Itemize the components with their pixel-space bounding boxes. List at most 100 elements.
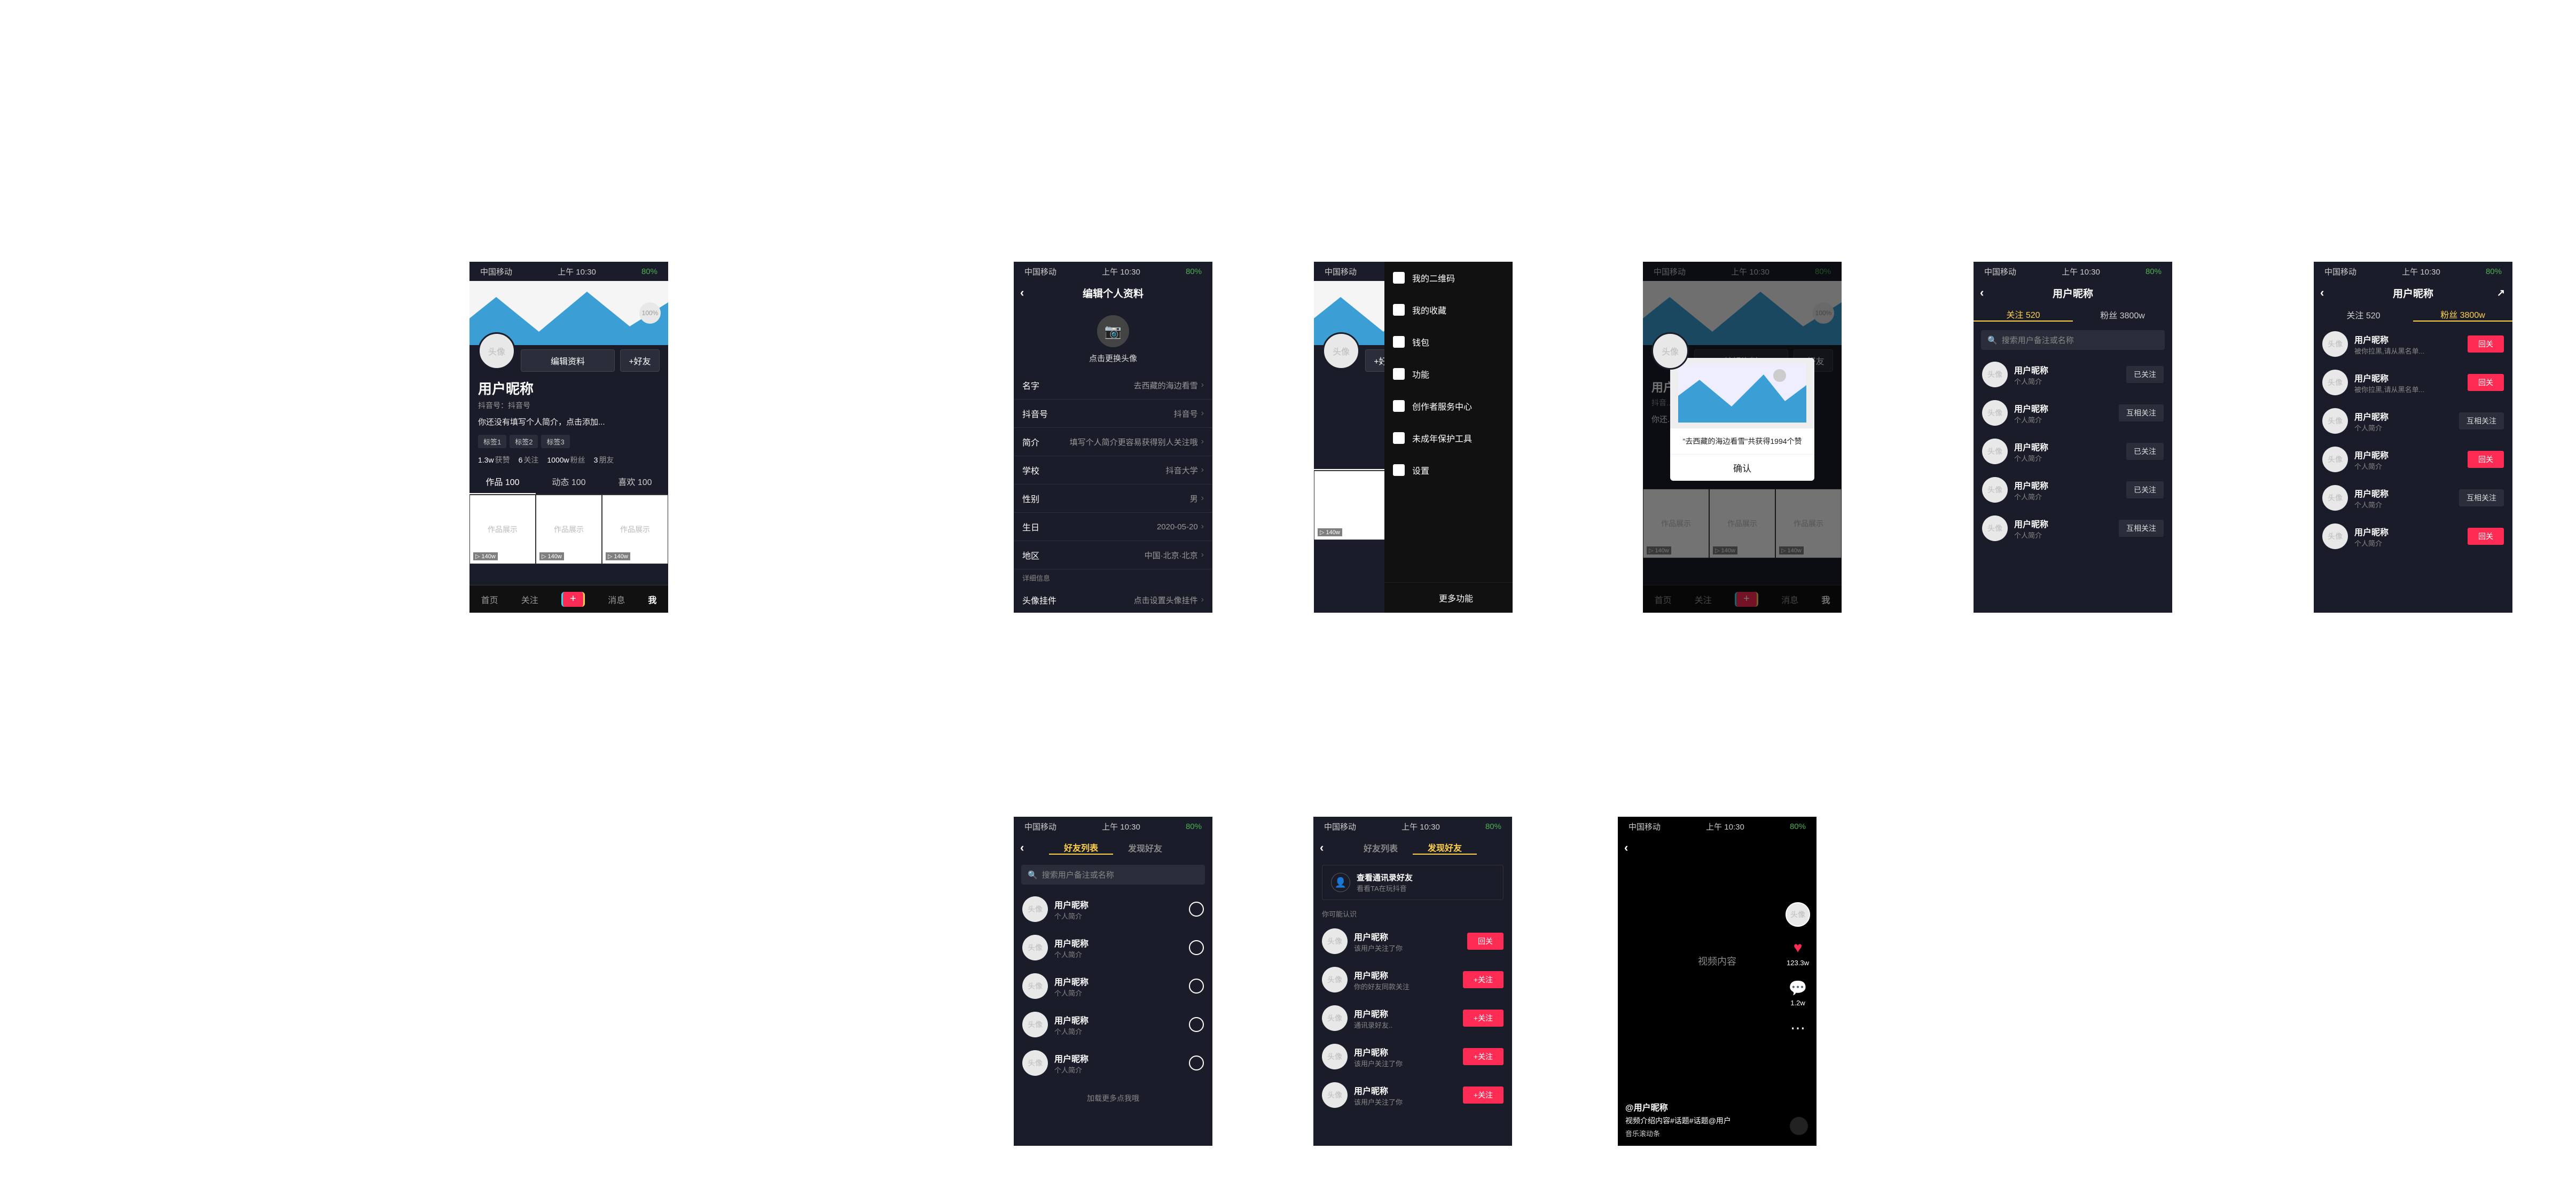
- contacts-card[interactable]: 👤 查看通讯录好友看看TA在玩抖音: [1322, 865, 1504, 900]
- field-bio[interactable]: 简介填写个人简介更容易获得别人关注哦›: [1014, 428, 1212, 456]
- mutual-button[interactable]: 互相关注: [2459, 489, 2504, 506]
- follow-button[interactable]: +关注: [1463, 971, 1504, 988]
- drawer-settings[interactable]: 设置: [1384, 454, 1513, 486]
- nav-create[interactable]: +: [561, 592, 585, 607]
- work-tile[interactable]: 作品展示▷ 140w: [536, 495, 602, 564]
- back-icon[interactable]: ‹: [1020, 286, 1024, 300]
- profile-avatar[interactable]: 头像: [478, 332, 515, 370]
- mutual-button[interactable]: 互相关注: [2119, 520, 2164, 537]
- author-at[interactable]: @用户昵称: [1625, 1100, 1779, 1113]
- work-tile[interactable]: 作品展示▷ 140w: [469, 495, 536, 564]
- tab-discover[interactable]: 发现好友: [1113, 841, 1177, 854]
- user-row[interactable]: 头像用户昵称个人简介互相关注: [1974, 509, 2172, 548]
- nav-me[interactable]: 我: [648, 593, 656, 606]
- user-row[interactable]: 头像用户昵称个人简介回关: [2314, 440, 2512, 479]
- chat-icon[interactable]: [1189, 902, 1204, 917]
- stat-praise[interactable]: 1.3w获赞: [478, 455, 510, 465]
- share-icon[interactable]: ⋯: [1787, 1017, 1809, 1039]
- drawer-qrcode[interactable]: 我的二维码: [1384, 262, 1513, 294]
- drawer-minor[interactable]: 未成年保护工具: [1384, 422, 1513, 454]
- tab-fans[interactable]: 粉丝 3800w: [2073, 308, 2172, 321]
- field-school[interactable]: 学校抖音大学›: [1014, 456, 1212, 484]
- tab-friend-list[interactable]: 好友列表: [1049, 841, 1113, 855]
- user-row[interactable]: 头像用户昵称被你拉黑,请从黑名单...回关: [2314, 363, 2512, 402]
- rec-row[interactable]: 头像用户昵称该用户关注了你+关注: [1313, 1037, 1512, 1076]
- user-row[interactable]: 头像用户昵称个人简介互相关注: [2314, 402, 2512, 440]
- field-douyin-id[interactable]: 抖音号抖音号›: [1014, 400, 1212, 428]
- rec-row[interactable]: 头像用户昵称你的好友同款关注+关注: [1313, 960, 1512, 999]
- drawer-features[interactable]: 功能: [1384, 358, 1513, 390]
- share-icon[interactable]: ↗: [2497, 287, 2505, 299]
- mutual-button[interactable]: 互相关注: [2119, 404, 2164, 421]
- chat-icon[interactable]: [1189, 979, 1204, 994]
- user-row[interactable]: 头像用户昵称个人简介互相关注: [2314, 479, 2512, 517]
- followback-button[interactable]: 回关: [2468, 335, 2504, 353]
- user-row[interactable]: 头像用户昵称被你拉黑,请从黑名单...回关: [2314, 325, 2512, 363]
- user-row[interactable]: 头像用户昵称个人简介已关注: [1974, 432, 2172, 471]
- comment-button[interactable]: 💬1.2w: [1787, 976, 1809, 1007]
- drawer-wallet[interactable]: 钱包: [1384, 326, 1513, 358]
- rec-row[interactable]: 头像用户昵称通讯录好友..+关注: [1313, 999, 1512, 1037]
- tab-feed[interactable]: 动态 100: [536, 470, 602, 494]
- tab-likes[interactable]: 喜欢 100: [602, 470, 668, 494]
- followback-button[interactable]: 回关: [2468, 451, 2504, 468]
- followed-button[interactable]: 已关注: [2126, 443, 2164, 460]
- music-disc-icon[interactable]: [1788, 1115, 1810, 1137]
- friend-row[interactable]: 头像用户昵称个人简介: [1014, 890, 1212, 928]
- tab-discover[interactable]: 发现好友: [1413, 841, 1477, 855]
- back-icon[interactable]: ‹: [1624, 841, 1628, 855]
- nav-follow[interactable]: 关注: [521, 593, 538, 606]
- bio-prompt[interactable]: 你还没有填写个人简介，点击添加...: [469, 411, 668, 433]
- camera-icon[interactable]: 📷: [1097, 315, 1129, 347]
- tag[interactable]: 标签3: [541, 435, 569, 448]
- mutual-button[interactable]: 互相关注: [2459, 412, 2504, 429]
- tab-following[interactable]: 关注 520: [2314, 308, 2413, 321]
- friend-row[interactable]: 头像用户昵称个人简介: [1014, 967, 1212, 1005]
- user-row[interactable]: 头像用户昵称个人简介已关注: [1974, 471, 2172, 509]
- back-icon[interactable]: ‹: [1020, 841, 1024, 855]
- follow-button[interactable]: +关注: [1463, 1086, 1504, 1104]
- stat-friends[interactable]: 3朋友: [594, 455, 614, 465]
- drawer-more[interactable]: 更多功能: [1384, 582, 1513, 613]
- user-row[interactable]: 头像用户昵称个人简介回关: [2314, 517, 2512, 556]
- tab-works[interactable]: 作品 100: [469, 470, 536, 494]
- followed-button[interactable]: 已关注: [2126, 481, 2164, 498]
- edit-profile-button[interactable]: 编辑资料: [521, 349, 615, 372]
- user-row[interactable]: 头像用户昵称个人简介互相关注: [1974, 394, 2172, 432]
- rec-row[interactable]: 头像用户昵称该用户关注了你回关: [1313, 922, 1512, 960]
- like-button[interactable]: ♥123.3w: [1787, 936, 1809, 967]
- field-gender[interactable]: 性别男›: [1014, 484, 1212, 513]
- tab-friend-list[interactable]: 好友列表: [1349, 841, 1413, 854]
- load-more[interactable]: 加载更多点我哦: [1014, 1082, 1212, 1114]
- friend-row[interactable]: 头像用户昵称个人简介: [1014, 928, 1212, 967]
- followback-button[interactable]: 回关: [2468, 528, 2504, 545]
- drawer-creator[interactable]: 创作者服务中心: [1384, 390, 1513, 422]
- field-region[interactable]: 地区中国·北京·北京›: [1014, 541, 1212, 569]
- stat-follow[interactable]: 6关注: [519, 455, 539, 465]
- back-icon[interactable]: ‹: [2320, 286, 2324, 300]
- friend-row[interactable]: 头像用户昵称个人简介: [1014, 1044, 1212, 1082]
- field-pendant[interactable]: 头像挂件点击设置头像挂件›: [1014, 586, 1212, 613]
- back-icon[interactable]: ‹: [1980, 286, 1984, 300]
- stat-fans[interactable]: 1000w粉丝: [547, 455, 585, 465]
- field-birthday[interactable]: 生日2020-05-20›: [1014, 513, 1212, 541]
- back-icon[interactable]: ‹: [1320, 841, 1324, 855]
- chat-icon[interactable]: [1189, 1056, 1204, 1070]
- author-avatar[interactable]: 头像: [1786, 902, 1810, 927]
- nav-home[interactable]: 首页: [481, 593, 498, 606]
- followback-button[interactable]: 回关: [2468, 374, 2504, 391]
- music-ticker[interactable]: 音乐滚动条: [1625, 1128, 1779, 1138]
- tab-fans[interactable]: 粉丝 3800w: [2413, 308, 2512, 322]
- follow-button[interactable]: +关注: [1463, 1048, 1504, 1065]
- work-tile[interactable]: 作品展示▷ 140w: [602, 495, 668, 564]
- add-friend-button[interactable]: +好友: [620, 349, 660, 372]
- followed-button[interactable]: 已关注: [2126, 366, 2164, 383]
- avatar-editor[interactable]: 📷 点击更换头像: [1014, 304, 1212, 371]
- drawer-favorites[interactable]: 我的收藏: [1384, 294, 1513, 326]
- tag[interactable]: 标签2: [510, 435, 538, 448]
- popup-confirm-button[interactable]: 确认: [1670, 454, 1814, 481]
- tag[interactable]: 标签1: [478, 435, 506, 448]
- rec-row[interactable]: 头像用户昵称该用户关注了你+关注: [1313, 1076, 1512, 1114]
- user-row[interactable]: 头像用户昵称个人简介已关注: [1974, 355, 2172, 394]
- friend-row[interactable]: 头像用户昵称个人简介: [1014, 1005, 1212, 1044]
